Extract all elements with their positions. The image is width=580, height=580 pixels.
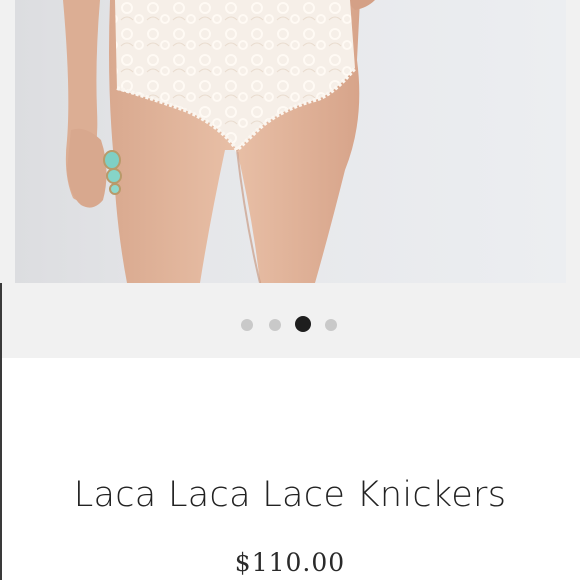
product-title: Laca Laca Lace Knickers bbox=[73, 475, 507, 515]
product-page: Laca Laca Lace Knickers $110.00 bbox=[0, 0, 580, 580]
carousel-pagination bbox=[0, 316, 580, 332]
carousel-dot-3-active[interactable] bbox=[295, 316, 311, 332]
carousel-dot-1[interactable] bbox=[241, 319, 253, 331]
image-carousel[interactable] bbox=[0, 0, 580, 358]
left-border-divider bbox=[0, 283, 2, 580]
carousel-dot-4[interactable] bbox=[325, 319, 337, 331]
carousel-dot-2[interactable] bbox=[269, 319, 281, 331]
product-photo[interactable] bbox=[15, 0, 566, 283]
product-photo-illustration bbox=[63, 0, 375, 283]
product-price: $110.00 bbox=[234, 548, 346, 577]
